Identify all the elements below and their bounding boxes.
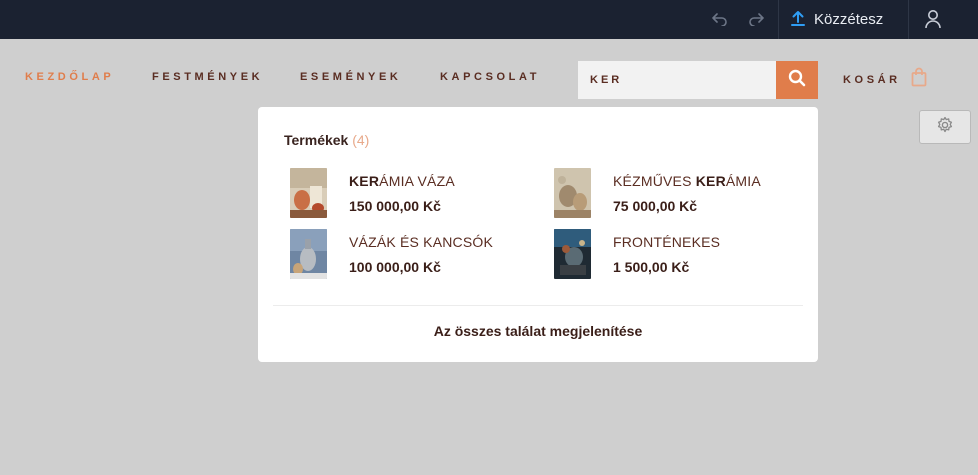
search-button[interactable] <box>776 61 818 99</box>
product-item[interactable]: VÁZÁK ÉS KANCSÓK 100 000,00 Kč <box>290 229 493 279</box>
gear-icon <box>936 116 954 139</box>
product-price: 100 000,00 Kč <box>349 259 441 275</box>
product-name: KERÁMIA VÁZA <box>349 173 455 189</box>
redo-arrow-icon[interactable] <box>745 8 767 30</box>
publish-button[interactable]: Közzétesz <box>790 0 883 39</box>
editor-topbar: Közzétesz <box>0 0 978 39</box>
results-heading: Termékek (4) <box>284 132 369 148</box>
product-name: FRONTÉNEKES <box>613 234 721 250</box>
nav-item-esemenyek[interactable]: ESEMÉNYEK <box>300 71 401 83</box>
topbar-divider <box>908 0 909 39</box>
section-settings-button[interactable] <box>919 110 971 144</box>
product-item[interactable]: KÉZMŰVES KERÁMIA 75 000,00 Kč <box>554 168 761 218</box>
results-divider <box>273 305 803 306</box>
product-thumbnail <box>554 229 591 279</box>
undo-arrow-icon[interactable] <box>709 8 731 30</box>
search-bar <box>578 61 818 99</box>
product-name: VÁZÁK ÉS KANCSÓK <box>349 234 494 250</box>
product-item[interactable]: FRONTÉNEKES 1 500,00 Kč <box>554 229 720 279</box>
cart-link[interactable]: KOSÁR <box>843 67 927 92</box>
user-icon[interactable] <box>922 8 944 30</box>
nav-item-kezdolap[interactable]: KEZDŐLAP <box>25 71 114 83</box>
show-all-results-link[interactable]: Az összes találat megjelenítése <box>258 323 818 339</box>
results-count: (4) <box>352 132 370 148</box>
shopping-bag-icon <box>911 67 927 92</box>
upload-icon <box>790 10 806 30</box>
product-price: 1 500,00 Kč <box>613 259 690 275</box>
topbar-divider <box>778 0 779 39</box>
product-name: KÉZMŰVES KERÁMIA <box>613 173 761 189</box>
product-thumbnail <box>290 229 327 279</box>
nav-item-festmenyek[interactable]: FESTMÉNYEK <box>152 71 263 83</box>
product-thumbnail <box>290 168 327 218</box>
nav-item-kapcsolat[interactable]: KAPCSOLAT <box>440 71 540 83</box>
product-price: 150 000,00 Kč <box>349 198 441 214</box>
product-price: 75 000,00 Kč <box>613 198 698 214</box>
product-thumbnail <box>554 168 591 218</box>
product-item[interactable]: KERÁMIA VÁZA 150 000,00 Kč <box>290 168 455 218</box>
search-results-dropdown: Termékek (4) KERÁMIA VÁZA 150 000,00 Kč <box>258 107 818 362</box>
search-icon <box>788 69 806 92</box>
cart-label: KOSÁR <box>843 73 901 86</box>
search-input[interactable] <box>578 61 776 99</box>
results-heading-label: Termékek <box>284 132 349 148</box>
publish-label: Közzétesz <box>814 11 884 28</box>
